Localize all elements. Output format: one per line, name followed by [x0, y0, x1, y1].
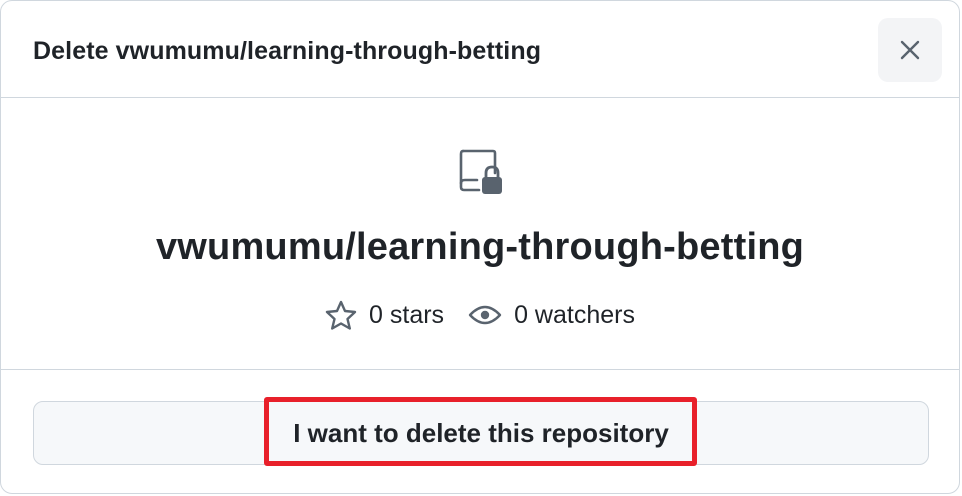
eye-icon — [468, 305, 502, 325]
confirm-delete-button[interactable]: I want to delete this repository — [33, 401, 929, 465]
star-icon — [325, 300, 357, 330]
close-button[interactable] — [878, 18, 942, 82]
dialog-header: Delete vwumumu/learning-through-betting — [1, 1, 959, 98]
stars-stat: 0 stars — [325, 300, 444, 330]
dialog-title: Delete vwumumu/learning-through-betting — [33, 37, 542, 65]
stars-count: 0 stars — [369, 300, 445, 329]
close-icon — [900, 40, 920, 60]
repository-stats: 0 stars 0 watchers — [1, 300, 959, 330]
dialog-body: vwumumu/learning-through-betting 0 stars… — [1, 98, 959, 370]
dialog-footer: I want to delete this repository — [1, 370, 959, 493]
delete-repository-dialog: Delete vwumumu/learning-through-betting … — [0, 0, 960, 494]
watchers-count: 0 watchers — [514, 300, 635, 329]
repository-name: vwumumu/learning-through-betting — [155, 226, 805, 268]
watchers-stat: 0 watchers — [468, 301, 635, 330]
repo-locked-icon — [459, 149, 502, 194]
confirm-delete-label: I want to delete this repository — [293, 417, 669, 448]
